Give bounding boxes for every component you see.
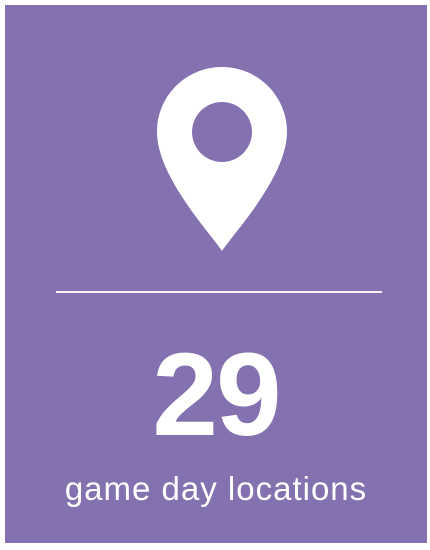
stat-label: game day locations — [64, 470, 368, 507]
divider — [56, 291, 382, 293]
location-pin-icon — [157, 67, 287, 251]
stat-value: 29 — [152, 329, 281, 461]
stat-card: 29 game day locations — [5, 5, 427, 543]
